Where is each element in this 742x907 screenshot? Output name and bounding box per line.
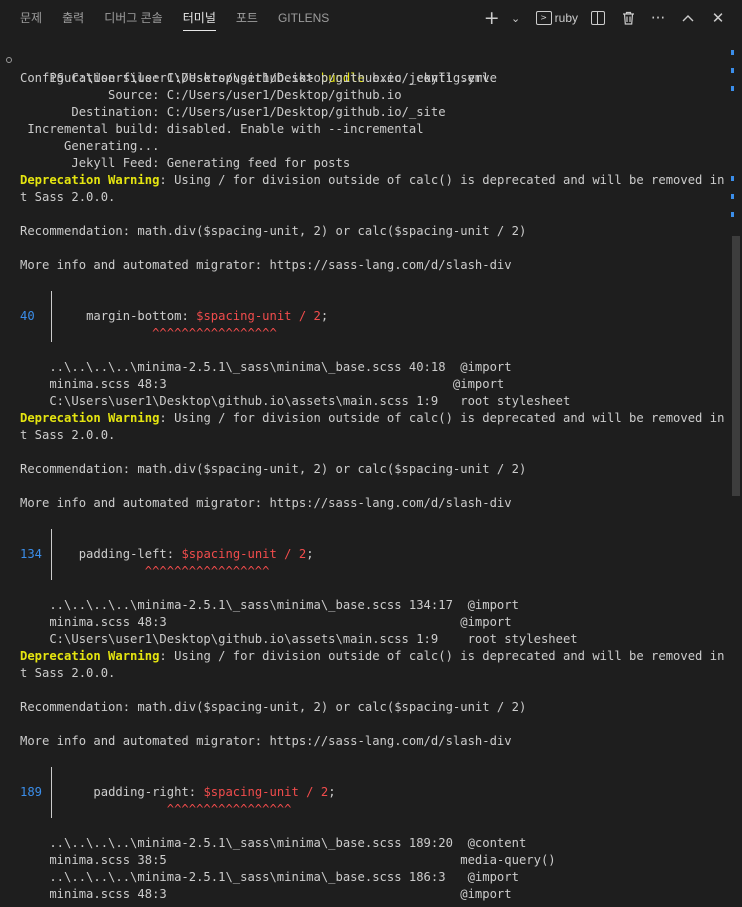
trace-line: ..\..\..\..\minima-2.5.1\_sass\minima\_b… [20, 870, 519, 884]
scroll-marker [731, 176, 734, 181]
tab-gitlens[interactable]: GITLENS [278, 0, 329, 36]
deprecation-warning-cont: t Sass 2.0.0. [20, 666, 116, 680]
deprecation-warning: Deprecation Warning: Using / for divisio… [20, 173, 730, 187]
panel-tab-bar: 문제 출력 디버그 콘솔 터미널 포트 GITLENS + ⌄ > ruby ·… [0, 0, 742, 36]
scroll-marker [731, 86, 734, 91]
squiggle-line: ^^^^^^^^^^^^^^^^^ [0, 801, 730, 818]
terminal-output[interactable]: PS C:\Users\user1\Desktop\github.io> bun… [0, 53, 730, 907]
config-line: Configuration file: C:/Users/user1/Deskt… [20, 71, 490, 85]
scroll-thumb[interactable] [732, 236, 740, 496]
gutter-line [0, 291, 730, 308]
gutter-line [0, 529, 730, 546]
deprecation-warning-cont: t Sass 2.0.0. [20, 190, 116, 204]
recommendation: Recommendation: math.div($spacing-unit, … [20, 700, 527, 714]
split-terminal-icon[interactable] [586, 6, 610, 30]
code-line: 134 padding-left: $spacing-unit / 2; [20, 546, 314, 563]
config-line: Incremental build: disabled. Enable with… [20, 122, 424, 136]
squiggle-line: ^^^^^^^^^^^^^^^^^ [0, 563, 730, 580]
trace-line: ..\..\..\..\minima-2.5.1\_sass\minima\_b… [20, 836, 527, 850]
more-info: More info and automated migrator: https:… [20, 258, 512, 272]
terminal-icon: > [535, 11, 552, 25]
trace-line: minima.scss 48:3 @import [20, 615, 512, 629]
more-info: More info and automated migrator: https:… [20, 496, 512, 510]
new-terminal-icon[interactable]: + [480, 6, 504, 30]
trace-line: C:\Users\user1\Desktop\github.io\assets\… [20, 394, 571, 408]
trace-line: minima.scss 48:3 @import [20, 887, 512, 901]
recommendation: Recommendation: math.div($spacing-unit, … [20, 462, 527, 476]
code-line: 189 padding-right: $spacing-unit / 2; [20, 784, 336, 801]
gutter-line [0, 767, 730, 784]
tab-problems[interactable]: 문제 [20, 0, 42, 36]
chevron-down-icon[interactable]: ⌄ [504, 6, 528, 30]
squiggle-line: ^^^^^^^^^^^^^^^^^ [0, 325, 730, 342]
panel-actions: + ⌄ > ruby ··· ✕ [480, 0, 730, 36]
trash-icon[interactable] [616, 6, 640, 30]
scroll-marker [731, 68, 734, 73]
deprecation-warning: Deprecation Warning: Using / for divisio… [20, 649, 730, 663]
trace-line: minima.scss 38:5 media-query() [20, 853, 556, 867]
terminal-selector[interactable]: > ruby [534, 6, 580, 30]
trace-line: ..\..\..\..\minima-2.5.1\_sass\minima\_b… [20, 598, 519, 612]
config-line: Source: C:/Users/user1/Desktop/github.io [20, 88, 402, 102]
more-actions-icon[interactable]: ··· [646, 6, 670, 30]
trace-line: C:\Users\user1\Desktop\github.io\assets\… [20, 632, 578, 646]
terminal-scrollbar[interactable] [730, 46, 742, 907]
trace-line: ..\..\..\..\minima-2.5.1\_sass\minima\_b… [20, 360, 512, 374]
tab-debug-console[interactable]: 디버그 콘솔 [104, 0, 163, 36]
maximize-panel-icon[interactable] [676, 6, 700, 30]
scroll-marker [731, 194, 734, 199]
tab-output[interactable]: 출력 [62, 0, 84, 36]
config-line: Generating... [20, 139, 160, 153]
trace-line: minima.scss 48:3 @import [20, 377, 505, 391]
deprecation-warning-cont: t Sass 2.0.0. [20, 428, 116, 442]
scroll-marker [731, 50, 734, 55]
command-decoration-icon[interactable] [6, 57, 12, 63]
code-line: 40 margin-bottom: $spacing-unit / 2; [20, 308, 329, 325]
deprecation-warning: Deprecation Warning: Using / for divisio… [20, 411, 730, 425]
config-line: Jekyll Feed: Generating feed for posts [20, 156, 351, 170]
close-panel-icon[interactable]: ✕ [706, 6, 730, 30]
tab-ports[interactable]: 포트 [236, 0, 258, 36]
config-line: Destination: C:/Users/user1/Desktop/gith… [20, 105, 446, 119]
terminal-name: ruby [554, 11, 578, 25]
prompt-line: PS C:\Users\user1\Desktop\github.io> bun… [0, 53, 730, 85]
tab-terminal[interactable]: 터미널 [182, 0, 216, 36]
more-info: More info and automated migrator: https:… [20, 734, 512, 748]
recommendation: Recommendation: math.div($spacing-unit, … [20, 224, 527, 238]
scroll-marker [731, 212, 734, 217]
